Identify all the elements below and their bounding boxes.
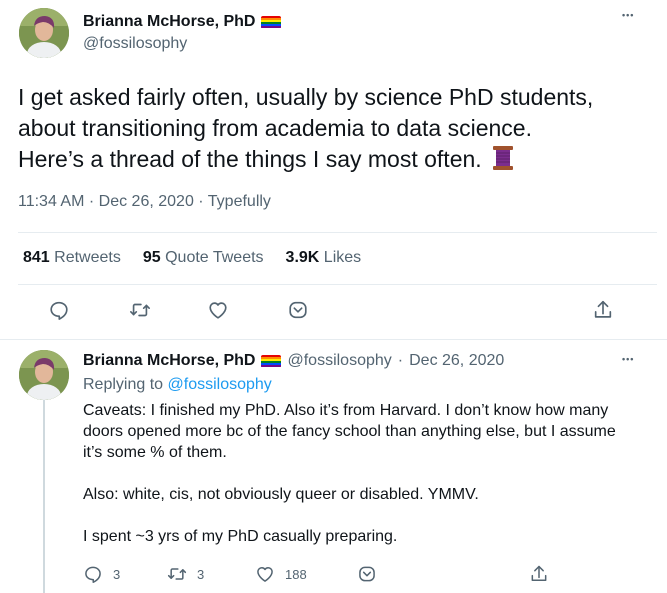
retweets-label: Retweets xyxy=(54,249,121,266)
author-handle[interactable]: @fossilosophy xyxy=(83,35,187,53)
reply-text-line: Caveats: I finished my PhD. Also it’s fr… xyxy=(83,402,609,419)
reply-text-line: it’s some % of them. xyxy=(83,444,227,461)
retweet-button[interactable]: 3 xyxy=(167,564,204,584)
author-name[interactable]: Brianna McHorse, PhD xyxy=(83,13,255,31)
retweet-icon xyxy=(167,568,187,580)
tweet-text-line: about transitioning from academia to dat… xyxy=(18,115,532,141)
tweet-date[interactable]: Dec 26, 2020 xyxy=(409,352,504,370)
upload-icon xyxy=(594,300,612,318)
tweet-date[interactable]: Dec 26, 2020 xyxy=(99,193,194,210)
retweet-button[interactable] xyxy=(128,298,152,322)
tweet-stats: 841 Retweets 95 Quote Tweets 3.9K Likes xyxy=(23,249,361,267)
spool-of-thread-icon xyxy=(493,146,514,170)
retweet-count: 3 xyxy=(197,566,205,582)
reply-icon xyxy=(85,566,101,583)
share-menu-button[interactable] xyxy=(357,564,377,584)
reply-text-line: I spent ~3 yrs of my PhD casually prepar… xyxy=(83,528,398,545)
retweets-count: 841 xyxy=(23,249,50,266)
upload-button[interactable] xyxy=(529,564,549,584)
like-icon xyxy=(209,302,227,319)
rainbow-flag-icon xyxy=(261,15,282,29)
tweet-text-line: Here’s a thread of the things I say most… xyxy=(18,144,658,175)
reply-tweet[interactable]: Brianna McHorse, PhD @fossilosophy · Dec… xyxy=(0,340,667,593)
meta-separator: · xyxy=(198,193,208,210)
like-button[interactable]: 188 xyxy=(255,564,307,584)
likes-stat[interactable]: 3.9K Likes xyxy=(286,249,362,267)
tweet-source[interactable]: Typefully xyxy=(208,193,271,210)
reply-text: Caveats: I finished my PhD. Also it’s fr… xyxy=(83,400,643,547)
reply-actions: 3 3 188 xyxy=(0,564,667,588)
retweet-icon xyxy=(130,303,150,317)
like-button[interactable] xyxy=(206,298,230,322)
likes-count: 3.9K xyxy=(285,249,320,266)
quote-tweets-stat[interactable]: 95 Quote Tweets xyxy=(143,249,264,267)
tweet-time[interactable]: 11:34 AM xyxy=(18,193,84,210)
likes-label: Likes xyxy=(323,249,362,266)
upload-icon xyxy=(531,565,547,581)
tweet-text-line-content: Here’s a thread of the things I say most… xyxy=(18,146,482,172)
author-name[interactable]: Brianna McHorse, PhD xyxy=(83,352,255,370)
like-count: 188 xyxy=(285,566,307,582)
divider xyxy=(18,232,657,233)
reply-author-line: Brianna McHorse, PhD @fossilosophy · Dec… xyxy=(83,352,504,370)
like-icon xyxy=(257,567,273,582)
reply-count: 3 xyxy=(113,566,121,582)
author-line: Brianna McHorse, PhD xyxy=(83,13,282,31)
more-options-button[interactable]: ••• xyxy=(622,10,634,20)
tweet-timestamp: 11:34 AM · Dec 26, 2020 · Typefully xyxy=(18,193,271,211)
replying-to-link[interactable]: @fossilosophy xyxy=(168,376,272,393)
tweet-text-line: I get asked fairly often, usually by sci… xyxy=(18,84,594,110)
upload-button[interactable] xyxy=(591,298,615,322)
quote-tweets-label: Quote Tweets xyxy=(165,249,264,266)
avatar[interactable] xyxy=(19,350,69,400)
share-icon xyxy=(289,301,307,319)
main-tweet: Brianna McHorse, PhD @fossilosophy ••• I… xyxy=(0,0,667,339)
retweets-stat[interactable]: 841 Retweets xyxy=(23,249,121,267)
replying-to-prefix: Replying to xyxy=(83,376,164,393)
author-handle[interactable]: @fossilosophy xyxy=(287,352,391,370)
tweet-actions xyxy=(0,298,667,328)
share-menu-button[interactable] xyxy=(286,298,310,322)
meta-separator: · xyxy=(88,193,99,210)
reply-button[interactable]: 3 xyxy=(83,564,120,584)
reply-icon xyxy=(50,301,68,320)
avatar[interactable] xyxy=(19,8,69,58)
rainbow-flag-icon xyxy=(261,354,282,368)
reply-text-line: doors opened more bc of the fancy school… xyxy=(83,423,616,440)
more-options-button[interactable]: ••• xyxy=(622,354,634,364)
replying-to: Replying to @fossilosophy xyxy=(83,376,272,394)
reply-text-line: Also: white, cis, not obviously queer or… xyxy=(83,486,479,503)
reply-button[interactable] xyxy=(47,298,71,322)
tweet-text: I get asked fairly often, usually by sci… xyxy=(18,82,658,175)
meta-separator: · xyxy=(397,352,404,369)
share-icon xyxy=(359,566,375,582)
quote-tweets-count: 95 xyxy=(142,249,161,266)
divider xyxy=(18,284,657,285)
